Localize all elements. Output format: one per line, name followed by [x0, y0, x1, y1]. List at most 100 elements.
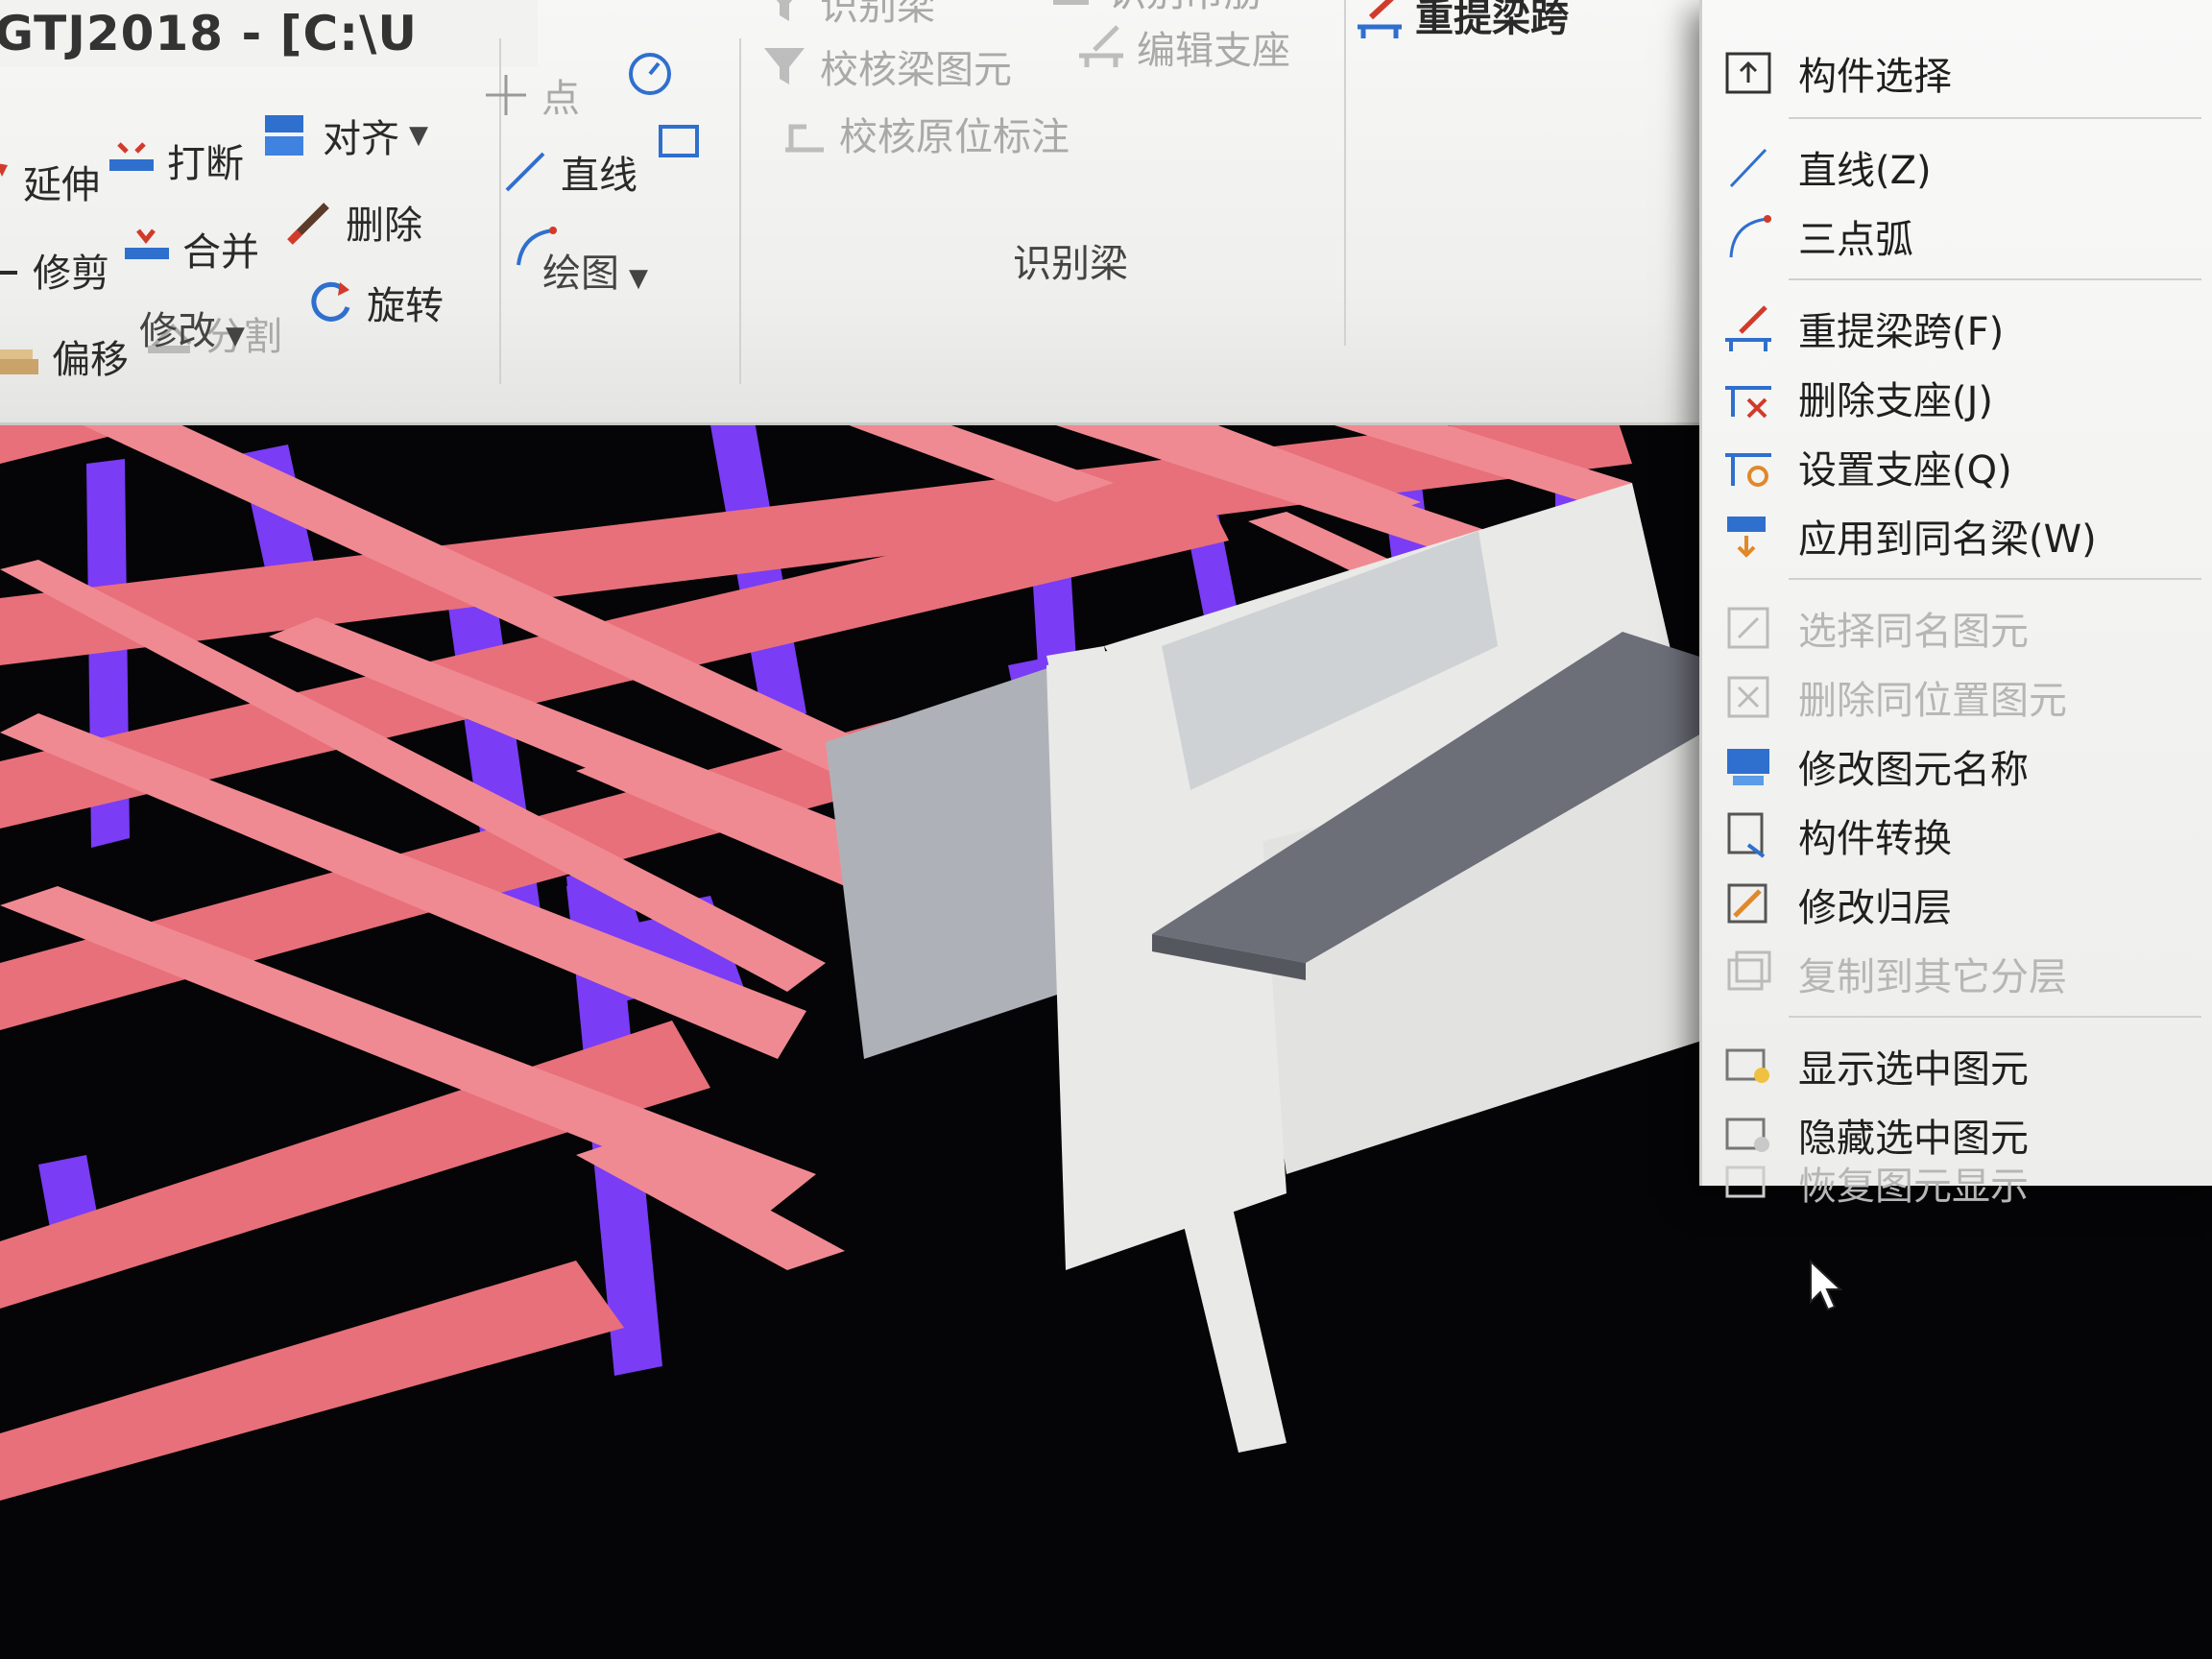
change-layer-icon — [1719, 876, 1777, 933]
re-extract-span-ribbon-button[interactable]: 重提梁跨 — [1354, 0, 1569, 42]
menu-item-label: 直线(Z) — [1798, 149, 1932, 193]
identify-beam-group-label: 识别梁 — [1013, 242, 1128, 286]
draw-group: 点 直线 绘图 ▼ — [451, 38, 741, 384]
menu-item-restore-display[interactable]: 恢复图元显示 — [1702, 1148, 2212, 1217]
menu-item-label: 设置支座(Q) — [1798, 448, 2012, 493]
modify-group-label: 修改 ▼ — [139, 309, 245, 353]
menu-item-select-same-name[interactable]: 选择同名图元 — [1702, 593, 2212, 662]
menu-separator — [1789, 117, 2201, 119]
context-menu: 构件选择 直线(Z) 三点弧 重提梁跨(F) 删除支座(J) 设置支座(Q) 应… — [1699, 0, 2212, 1209]
extend-label: 延伸 — [23, 163, 100, 207]
point-icon — [480, 69, 532, 121]
check-annotation-label: 校核原位标注 — [839, 115, 1070, 159]
show-selected-icon — [1719, 1037, 1777, 1094]
modify-group: 延伸 打断 对齐 ▼ 修剪 合并 删除 偏移 分割 旋转 修改 ▼ — [0, 38, 501, 384]
menu-item-label: 构件选择 — [1798, 55, 1952, 99]
align-icon — [261, 109, 313, 161]
rectangle-button[interactable] — [653, 115, 714, 167]
convert-component-icon — [1719, 806, 1777, 864]
menu-item-label: 应用到同名梁(W) — [1798, 517, 2097, 562]
delete-label: 删除 — [346, 204, 422, 248]
eraser-icon — [284, 196, 336, 248]
menu-item-convert-component[interactable]: 构件转换 — [1702, 801, 2212, 870]
align-button[interactable]: 对齐 ▼ — [261, 108, 428, 163]
component-select-icon — [1719, 44, 1777, 102]
menu-item-delete-support[interactable]: 删除支座(J) — [1702, 363, 2212, 432]
line-icon — [499, 146, 551, 198]
extend-icon — [0, 156, 13, 207]
apply-same-name-icon — [1719, 507, 1777, 565]
delete-support-icon — [1719, 369, 1777, 426]
funnel-icon — [758, 0, 810, 29]
menu-item-label: 构件转换 — [1798, 817, 1952, 861]
gauge-button[interactable] — [624, 48, 685, 100]
merge-icon — [121, 223, 173, 275]
arc-icon — [1719, 207, 1777, 265]
identify-beam-group: 识别梁 识别吊筋 校核梁图元 编辑支座 校核原位标注 识别梁 — [739, 0, 1346, 346]
check-funnel-icon — [758, 40, 810, 92]
edit-support-label: 编辑支座 — [1137, 29, 1290, 73]
check-annotation-button[interactable]: 校核原位标注 — [778, 106, 1070, 161]
merge-button[interactable]: 合并 — [121, 221, 259, 276]
menu-item-re-extract-span[interactable]: 重提梁跨(F) — [1702, 294, 2212, 363]
menu-separator — [1789, 278, 2201, 280]
align-label: 对齐 — [323, 117, 399, 161]
draw-group-label: 绘图 ▼ — [542, 252, 648, 296]
set-support-icon — [1719, 438, 1777, 495]
copy-to-other-layers-icon — [1719, 945, 1777, 1002]
mouse-cursor-icon — [1810, 1260, 1843, 1311]
draw-dropdown-icon[interactable]: ▼ — [629, 264, 648, 293]
edit-support-button[interactable]: 编辑支座 — [1075, 19, 1290, 75]
select-same-name-icon — [1719, 599, 1777, 657]
menu-separator — [1789, 1016, 2201, 1018]
modify-dropdown-icon[interactable]: ▼ — [226, 322, 245, 350]
menu-item-show-selected[interactable]: 显示选中图元 — [1702, 1031, 2212, 1100]
menu-item-component-select[interactable]: 构件选择 — [1702, 38, 2212, 108]
restore-display-icon — [1719, 1154, 1777, 1212]
align-dropdown-icon[interactable]: ▼ — [409, 121, 428, 150]
identify-hanger-button[interactable]: 识别吊筋 — [1046, 0, 1262, 17]
menu-item-three-point-arc[interactable]: 三点弧 — [1702, 202, 2212, 271]
rename-element-icon — [1719, 737, 1777, 795]
rectangle-icon — [653, 115, 705, 167]
line-icon — [1719, 138, 1777, 196]
identify-beam-label: 识别梁 — [820, 0, 935, 29]
menu-item-label: 复制到其它分层 — [1798, 955, 2067, 999]
circle-icon — [624, 48, 676, 100]
re-extract-span-ribbon-icon — [1354, 0, 1406, 40]
ribbon-toolbar: GTJ2018 - [C:\U 延伸 打断 对齐 ▼ 修剪 合并 删除 偏移 分… — [0, 0, 1719, 425]
menu-item-copy-to-other-layers[interactable]: 复制到其它分层 — [1702, 939, 2212, 1008]
break-label: 打断 — [167, 142, 244, 186]
trim-icon — [0, 244, 23, 296]
point-button[interactable]: 点 — [480, 67, 580, 123]
identify-hanger-label: 识别吊筋 — [1108, 0, 1262, 17]
menu-item-label: 恢复图元显示 — [1798, 1165, 2029, 1209]
line-label: 直线 — [561, 154, 637, 198]
trim-label: 修剪 — [33, 252, 109, 296]
edit-support-icon — [1075, 21, 1127, 73]
re-extract-span-ribbon-label: 重提梁跨 — [1415, 0, 1569, 40]
line-button[interactable]: 直线 — [499, 144, 637, 200]
menu-item-set-support[interactable]: 设置支座(Q) — [1702, 432, 2212, 501]
merge-label: 合并 — [182, 230, 259, 275]
menu-item-label: 三点弧 — [1798, 218, 1913, 262]
menu-item-label: 删除支座(J) — [1798, 379, 1994, 423]
break-button[interactable]: 打断 — [106, 132, 244, 188]
menu-item-label: 重提梁跨(F) — [1798, 310, 2005, 354]
check-beam-label: 校核梁图元 — [820, 48, 1012, 92]
delete-button[interactable]: 删除 — [284, 194, 422, 250]
check-annotation-icon — [778, 108, 830, 159]
menu-item-rename-element[interactable]: 修改图元名称 — [1702, 732, 2212, 801]
menu-item-apply-same-name[interactable]: 应用到同名梁(W) — [1702, 501, 2212, 570]
trim-button[interactable]: 修剪 — [0, 242, 109, 298]
menu-item-delete-same-position[interactable]: 删除同位置图元 — [1702, 662, 2212, 732]
extend-button[interactable]: 延伸 — [0, 154, 100, 209]
check-beam-button[interactable]: 校核梁图元 — [758, 38, 1012, 94]
menu-item-change-layer[interactable]: 修改归层 — [1702, 870, 2212, 939]
point-label: 点 — [541, 77, 580, 121]
menu-item-line[interactable]: 直线(Z) — [1702, 132, 2212, 202]
hanger-icon — [1046, 0, 1098, 15]
delete-same-position-icon — [1719, 668, 1777, 726]
menu-item-label: 选择同名图元 — [1798, 610, 2029, 654]
identify-beam-button[interactable]: 识别梁 — [758, 0, 935, 31]
